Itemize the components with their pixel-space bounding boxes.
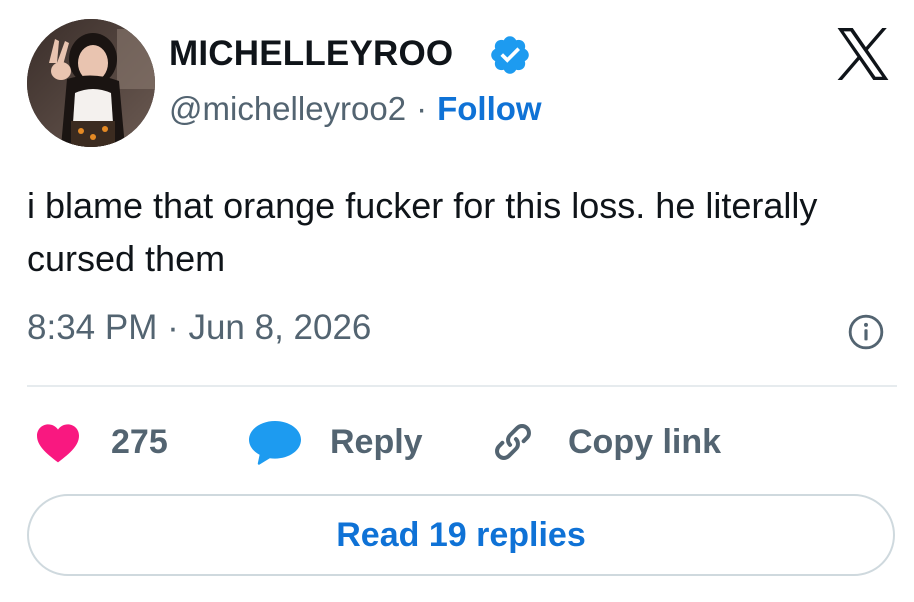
like-count: 275 <box>111 422 168 461</box>
read-replies-label: Read 19 replies <box>336 515 586 554</box>
info-icon[interactable] <box>847 313 885 351</box>
separator: · <box>416 90 428 127</box>
read-replies-button[interactable]: Read 19 replies <box>27 494 895 576</box>
reply-button[interactable]: Reply <box>246 418 423 466</box>
avatar-image <box>27 19 155 147</box>
handle-row: @michelleyroo2 · Follow <box>169 90 542 128</box>
avatar[interactable] <box>27 19 155 147</box>
link-icon <box>495 424 531 460</box>
like-button[interactable]: 275 <box>33 418 168 466</box>
display-name[interactable]: MICHELLEYROO <box>169 34 453 74</box>
x-logo-icon[interactable] <box>832 28 894 80</box>
handle[interactable]: @michelleyroo2 <box>169 90 406 127</box>
verified-badge-icon <box>491 36 529 74</box>
tweet-text: i blame that orange fucker for this loss… <box>27 185 818 279</box>
copy-link-label: Copy link <box>568 422 722 461</box>
timestamp[interactable]: 8:34 PM · Jun 8, 2026 <box>27 308 371 348</box>
speech-bubble-icon <box>249 421 301 465</box>
heart-icon <box>37 424 79 463</box>
copy-link-button[interactable]: Copy link <box>488 418 721 466</box>
divider <box>27 385 897 387</box>
tweet-card: MICHELLEYROO @michelleyroo2 · Follow i bla… <box>0 0 914 602</box>
reply-label: Reply <box>330 422 423 461</box>
follow-button[interactable]: Follow <box>437 90 541 127</box>
